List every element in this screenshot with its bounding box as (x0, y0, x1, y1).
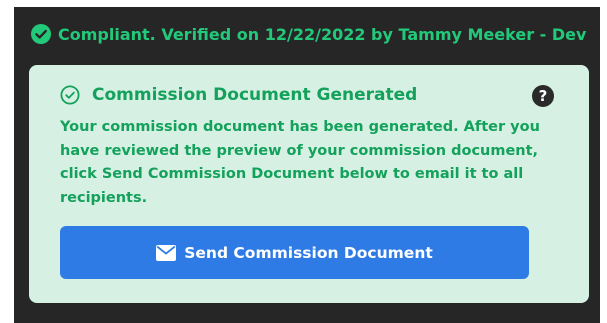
svg-text:?: ? (539, 87, 548, 105)
send-button-label: Send Commission Document (184, 243, 433, 262)
compliance-panel: Compliant. Verified on 12/22/2022 by Tam… (14, 7, 600, 323)
compliance-status-text: Compliant. Verified on 12/22/2022 by Tam… (58, 24, 587, 44)
question-circle-icon[interactable]: ? (531, 84, 555, 108)
card-header: Commission Document Generated (60, 85, 417, 105)
commission-document-card: Commission Document Generated ? Your com… (29, 65, 589, 303)
check-circle-outline-icon (60, 85, 80, 105)
card-title: Commission Document Generated (92, 85, 418, 105)
compliance-status: Compliant. Verified on 12/22/2022 by Tam… (31, 21, 586, 47)
envelope-icon (156, 244, 177, 261)
card-description: Your commission document has been genera… (60, 119, 540, 206)
check-circle-filled-icon (31, 24, 51, 44)
send-commission-document-button[interactable]: Send Commission Document (60, 226, 529, 279)
